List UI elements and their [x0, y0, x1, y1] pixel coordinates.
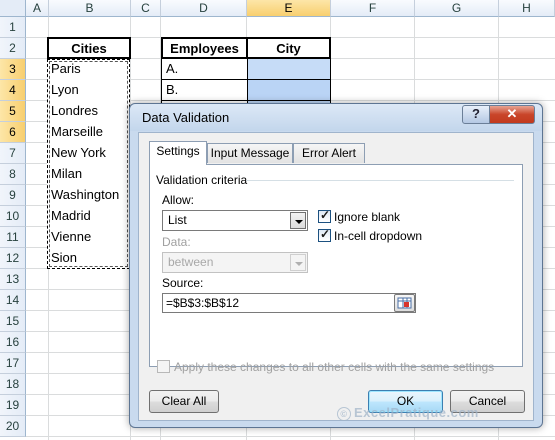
row-header-8[interactable]: 8 [0, 164, 26, 185]
column-header-h[interactable]: H [499, 0, 555, 17]
apply-all-label: Apply these changes to all other cells w… [174, 360, 495, 374]
row-header-10[interactable]: 10 [0, 206, 26, 227]
tab-settings[interactable]: Settings [149, 141, 207, 165]
city-header[interactable]: City [246, 37, 331, 59]
row-header-15[interactable]: 15 [0, 311, 26, 332]
column-header-f[interactable]: F [331, 0, 415, 17]
allow-select[interactable]: List [162, 210, 308, 231]
collapse-dialog-button[interactable] [394, 294, 415, 312]
gridline [26, 436, 555, 437]
row-header-3[interactable]: 3 [0, 59, 26, 80]
row-header-18[interactable]: 18 [0, 374, 26, 395]
column-header-b[interactable]: B [49, 0, 131, 17]
city-cell[interactable]: Washington [49, 185, 129, 206]
row-header-7[interactable]: 7 [0, 143, 26, 164]
city-select-cell[interactable] [247, 79, 331, 101]
watermark-text: ExcelPratique.com [354, 405, 479, 420]
allow-value: List [168, 213, 187, 227]
watermark: © ExcelPratique.com [337, 405, 479, 421]
tab-input-message[interactable]: Input Message [207, 143, 293, 163]
city-select-cell[interactable] [247, 58, 331, 80]
ignore-blank-checkbox[interactable]: ✓ [318, 208, 331, 223]
tab-error-alert[interactable]: Error Alert [293, 143, 365, 163]
employee-cell[interactable]: B. [161, 79, 248, 101]
source-label: Source: [162, 276, 204, 290]
dialog-titlebar[interactable]: Data Validation ? ✕ [130, 104, 542, 131]
data-value: between [168, 255, 214, 269]
close-icon: ✕ [506, 106, 518, 121]
in-cell-dropdown-checkbox[interactable]: ✓ [318, 227, 331, 242]
dialog-title: Data Validation [142, 110, 230, 125]
select-all-corner[interactable] [0, 0, 26, 17]
row-header-14[interactable]: 14 [0, 290, 26, 311]
close-button[interactable]: ✕ [489, 105, 535, 124]
city-cell[interactable]: Paris [49, 59, 129, 80]
row-header-16[interactable]: 16 [0, 332, 26, 353]
row-header-13[interactable]: 13 [0, 269, 26, 290]
source-input[interactable]: =$B$3:$B$12 [162, 293, 416, 313]
data-dropdown-button[interactable] [290, 254, 306, 271]
ignore-blank-label: Ignore blank [334, 210, 401, 224]
city-cell[interactable]: Milan [49, 164, 129, 185]
row-header-9[interactable]: 9 [0, 185, 26, 206]
row-header-20[interactable]: 20 [0, 416, 26, 437]
row-header-19[interactable]: 19 [0, 395, 26, 416]
column-header-g[interactable]: G [415, 0, 499, 17]
checkmark-icon: ✓ [320, 227, 331, 241]
row-header-12[interactable]: 12 [0, 248, 26, 269]
allow-label: Allow: [162, 193, 195, 207]
data-validation-dialog: Data Validation ? ✕ Settings Input Messa… [129, 103, 543, 428]
column-header-e[interactable]: E [247, 0, 331, 17]
row-header-17[interactable]: 17 [0, 353, 26, 374]
row-header-11[interactable]: 11 [0, 227, 26, 248]
city-cell[interactable]: Londres [49, 101, 129, 122]
city-cell[interactable]: Sion [49, 248, 129, 269]
checkmark-icon: ✓ [320, 208, 331, 222]
copyright-icon: © [337, 406, 351, 421]
chevron-down-icon [295, 220, 303, 224]
data-label: Data: [162, 235, 191, 249]
cities-header[interactable]: Cities [47, 37, 131, 59]
source-value: =$B$3:$B$12 [166, 296, 240, 310]
allow-dropdown-button[interactable] [290, 212, 306, 229]
help-icon: ? [472, 106, 480, 121]
row-header-1[interactable]: 1 [0, 17, 26, 38]
column-header-d[interactable]: D [161, 0, 247, 17]
column-header-a[interactable]: A [26, 0, 49, 17]
clear-all-button[interactable]: Clear All [149, 390, 219, 413]
group-divider [246, 180, 514, 181]
dialog-body: Settings Input Message Error Alert Valid… [138, 132, 534, 421]
row-header-4[interactable]: 4 [0, 80, 26, 101]
row-header-2[interactable]: 2 [0, 38, 26, 59]
settings-panel: Validation criteria Allow: List ✓ Ignore… [149, 164, 523, 367]
employees-header[interactable]: Employees [161, 37, 248, 59]
employee-cell[interactable]: A. [161, 58, 248, 80]
city-cell[interactable]: Marseille [49, 122, 129, 143]
in-cell-dropdown-label: In-cell dropdown [334, 229, 423, 243]
row-header-6[interactable]: 6 [0, 122, 26, 143]
validation-criteria-label: Validation criteria [156, 173, 248, 187]
data-select[interactable]: between [162, 252, 308, 273]
help-button[interactable]: ? [462, 105, 490, 124]
range-select-icon [397, 297, 412, 309]
row-header-5[interactable]: 5 [0, 101, 26, 122]
city-cell[interactable]: New York [49, 143, 129, 164]
city-cell[interactable]: Madrid [49, 206, 129, 227]
column-header-c[interactable]: C [131, 0, 161, 17]
chevron-down-icon [295, 262, 303, 266]
city-cell[interactable]: Lyon [49, 80, 129, 101]
city-cell[interactable]: Vienne [49, 227, 129, 248]
apply-all-checkbox[interactable] [157, 360, 170, 373]
